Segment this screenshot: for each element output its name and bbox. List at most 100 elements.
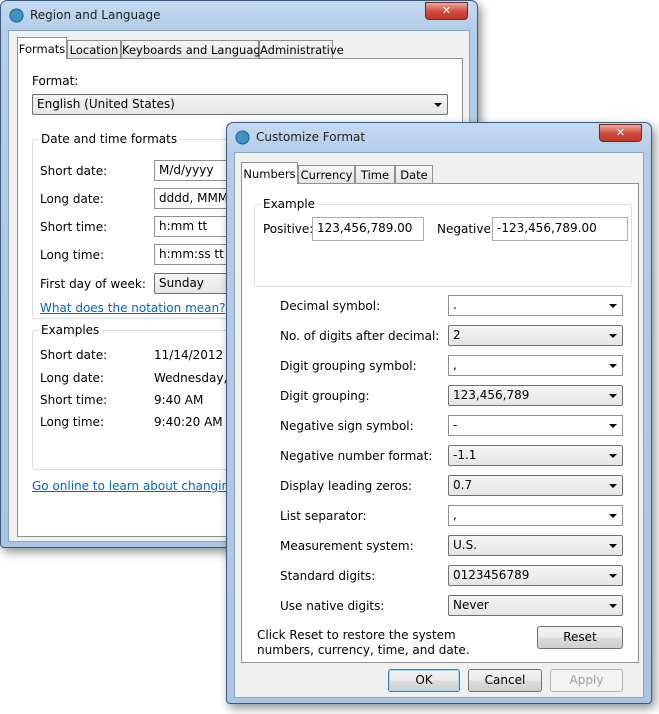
example-short-time-value: 9:40 AM xyxy=(154,393,204,407)
decimal-symbol-value: . xyxy=(453,298,457,312)
chevron-down-icon xyxy=(434,103,442,107)
digits-after-decimal-value: 2 xyxy=(453,328,461,342)
digit-grouping-select[interactable]: 123,456,789 xyxy=(448,385,623,406)
example-short-date-label: Short date: xyxy=(40,348,108,362)
globe-icon xyxy=(9,8,24,23)
list-separator-value: , xyxy=(453,508,457,522)
format-select-value: English (United States) xyxy=(37,97,175,111)
negative-example-value: -123,456,789.00 xyxy=(497,221,597,235)
standard-digits-select[interactable]: 0123456789 xyxy=(448,565,623,586)
close-icon: ✕ xyxy=(615,126,626,139)
cancel-button[interactable]: Cancel xyxy=(468,669,542,692)
decimal-symbol-select[interactable]: . xyxy=(448,295,623,316)
chevron-down-icon xyxy=(609,514,617,518)
leading-zeros-label: Display leading zeros: xyxy=(280,479,413,493)
customize-title-bar[interactable]: Customize Format ✕ xyxy=(227,123,651,151)
short-time-label: Short time: xyxy=(40,220,108,234)
leading-zeros-select[interactable]: 0.7 xyxy=(448,475,623,496)
native-digits-select[interactable]: Never xyxy=(448,595,623,616)
chevron-down-icon xyxy=(609,574,617,578)
format-label: Format: xyxy=(32,74,79,88)
negative-sign-symbol-value: - xyxy=(453,418,458,432)
tab-keyboards-languages[interactable]: Keyboards and Languages xyxy=(121,40,274,59)
positive-label: Positive: xyxy=(263,222,314,236)
positive-example-value: 123,456,789.00 xyxy=(317,221,413,235)
tab-currency[interactable]: Currency xyxy=(298,165,355,184)
long-date-label: Long date: xyxy=(40,192,104,206)
measurement-system-value: U.S. xyxy=(453,538,478,552)
decimal-symbol-label: Decimal symbol: xyxy=(280,299,381,313)
example-title: Example xyxy=(261,197,318,211)
native-digits-value: Never xyxy=(453,598,489,612)
digit-grouping-label: Digit grouping: xyxy=(280,389,370,403)
notation-link[interactable]: What does the notation mean? xyxy=(40,301,225,315)
first-day-label: First day of week: xyxy=(40,277,146,291)
chevron-down-icon xyxy=(609,484,617,488)
tab-formats[interactable]: Formats xyxy=(17,37,67,59)
reset-note-line1: Click Reset to restore the system xyxy=(257,628,456,642)
region-close-button[interactable]: ✕ xyxy=(425,2,468,20)
ok-button[interactable]: OK xyxy=(388,669,460,692)
negative-sign-symbol-select[interactable]: - xyxy=(448,415,623,436)
customize-window-title: Customize Format xyxy=(256,130,366,144)
example-long-date-label: Long date: xyxy=(40,371,104,385)
examples-title: Examples xyxy=(39,323,102,337)
customize-client-area: Numbers Currency Time Date Example Posit… xyxy=(234,152,644,698)
short-time-value: h:mm tt xyxy=(159,219,208,233)
digits-after-decimal-select[interactable]: 2 xyxy=(448,325,623,346)
leading-zeros-value: 0.7 xyxy=(453,478,473,492)
online-help-link[interactable]: Go online to learn about changing lan xyxy=(32,479,259,493)
standard-digits-label: Standard digits: xyxy=(280,569,376,583)
digit-grouping-symbol-select[interactable]: , xyxy=(448,355,623,376)
digit-grouping-symbol-label: Digit grouping symbol: xyxy=(280,359,417,373)
customize-close-button[interactable]: ✕ xyxy=(599,124,642,142)
tab-location[interactable]: Location xyxy=(67,40,121,59)
example-short-time-label: Short time: xyxy=(40,393,108,407)
digit-grouping-value: 123,456,789 xyxy=(453,388,530,402)
long-time-value: h:mm:ss tt xyxy=(159,247,224,261)
tab-numbers[interactable]: Numbers xyxy=(241,162,298,184)
negative-label: Negative: xyxy=(437,222,495,236)
chevron-down-icon xyxy=(609,364,617,368)
chevron-down-icon xyxy=(609,394,617,398)
negative-example-field: -123,456,789.00 xyxy=(492,217,628,241)
numbers-panel: Example Positive: 123,456,789.00 Negativ… xyxy=(241,183,639,663)
reset-button[interactable]: Reset xyxy=(537,626,623,649)
customize-format-window: Customize Format ✕ Numbers Currency Time… xyxy=(226,122,652,704)
short-date-value: M/d/yyyy xyxy=(159,163,214,177)
close-icon: ✕ xyxy=(441,4,452,17)
chevron-down-icon xyxy=(609,304,617,308)
date-time-formats-title: Date and time formats xyxy=(39,132,180,146)
measurement-system-label: Measurement system: xyxy=(280,539,414,553)
chevron-down-icon xyxy=(609,424,617,428)
long-date-value: dddd, MMM xyxy=(159,191,229,205)
chevron-down-icon xyxy=(609,604,617,608)
short-date-label: Short date: xyxy=(40,164,108,178)
negative-number-format-select[interactable]: -1.1 xyxy=(448,445,623,466)
negative-number-format-label: Negative number format: xyxy=(280,449,433,463)
region-window-title: Region and Language xyxy=(30,8,161,22)
negative-sign-symbol-label: Negative sign symbol: xyxy=(280,419,414,433)
example-long-time-label: Long time: xyxy=(40,415,105,429)
example-short-date-value: 11/14/2012 xyxy=(154,348,224,362)
tab-administrative[interactable]: Administrative xyxy=(259,40,344,59)
chevron-down-icon xyxy=(609,454,617,458)
tab-time[interactable]: Time xyxy=(355,165,395,184)
positive-example-field: 123,456,789.00 xyxy=(312,217,424,241)
tab-date[interactable]: Date xyxy=(395,165,433,184)
native-digits-label: Use native digits: xyxy=(280,599,385,613)
negative-number-format-value: -1.1 xyxy=(453,448,477,462)
standard-digits-value: 0123456789 xyxy=(453,568,530,582)
list-separator-select[interactable]: , xyxy=(448,505,623,526)
chevron-down-icon xyxy=(609,334,617,338)
globe-icon xyxy=(235,130,250,145)
example-long-time-value: 9:40:20 AM xyxy=(154,415,223,429)
format-select[interactable]: English (United States) xyxy=(32,94,448,115)
apply-button[interactable]: Apply xyxy=(550,669,623,692)
region-title-bar[interactable]: Region and Language ✕ xyxy=(1,1,477,29)
first-day-value: Sunday xyxy=(159,276,204,290)
measurement-system-select[interactable]: U.S. xyxy=(448,535,623,556)
digits-after-decimal-label: No. of digits after decimal: xyxy=(280,329,440,343)
digit-grouping-symbol-value: , xyxy=(453,358,457,372)
reset-note-line2: numbers, currency, time, and date. xyxy=(257,643,470,657)
